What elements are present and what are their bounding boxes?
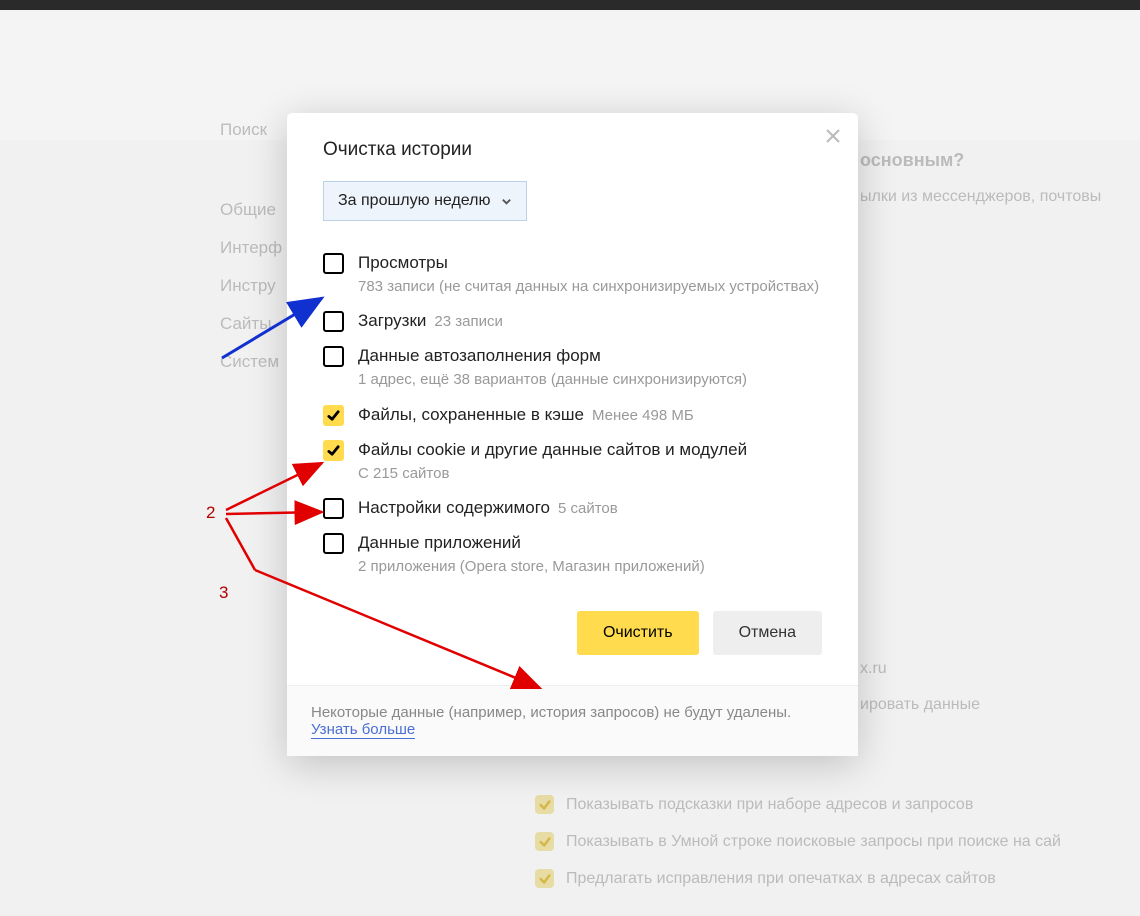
bg-option-label: Предлагать исправления при опечатках в а… [566, 870, 996, 888]
annotation-label-3: 3 [219, 583, 228, 603]
clear-option: Просмотры 783 записи (не считая данных на… [323, 253, 822, 297]
option-subtext: 5 сайтов [558, 500, 618, 517]
checkbox-icon[interactable] [535, 869, 554, 888]
option-checkbox[interactable] [323, 311, 344, 332]
bg-option-label: Показывать в Умной строке поисковые запр… [566, 833, 1061, 851]
bg-option-label: Показывать подсказки при наборе адресов … [566, 796, 973, 814]
option-checkbox[interactable] [323, 440, 344, 461]
option-subtext: 2 приложения (Opera store, Магазин прило… [358, 557, 822, 577]
window-titlebar [0, 0, 1140, 10]
bg-text: ировать данные [860, 696, 980, 714]
clear-option: Файлы, сохраненные в кэше Менее 498 МБ [323, 405, 822, 426]
clear-option: Данные приложений 2 приложения (Opera sto… [323, 533, 822, 577]
chevron-down-icon [501, 196, 512, 207]
checkbox-icon[interactable] [535, 795, 554, 814]
close-icon[interactable] [824, 127, 842, 145]
cancel-button[interactable]: Отмена [713, 611, 822, 655]
time-range-value: За прошлую неделю [338, 192, 491, 210]
bg-text: x.ru [860, 660, 887, 678]
option-subtext: 23 записи [434, 313, 502, 330]
option-subtext: 783 записи (не считая данных на синхрони… [358, 277, 822, 297]
option-label: Файлы, сохраненные в кэше [358, 405, 584, 424]
option-checkbox[interactable] [323, 533, 344, 554]
option-checkbox[interactable] [323, 346, 344, 367]
footer-text: Некоторые данные (например, история запр… [311, 704, 791, 721]
option-label: Данные приложений [358, 533, 521, 552]
clear-button[interactable]: Очистить [577, 611, 699, 655]
option-subtext: 1 адрес, ещё 38 вариантов (данные синхро… [358, 370, 822, 390]
clear-history-dialog: Очистка истории За прошлую неделю Просмо… [287, 113, 858, 756]
option-checkbox[interactable] [323, 405, 344, 426]
clear-option: Настройки содержимого 5 сайтов [323, 498, 822, 519]
learn-more-link[interactable]: Узнать больше [311, 721, 415, 739]
clear-option: Файлы cookie и другие данные сайтов и мо… [323, 440, 822, 484]
option-subtext: Менее 498 МБ [592, 407, 694, 424]
annotation-label-2: 2 [206, 503, 215, 523]
option-label: Настройки содержимого [358, 498, 550, 517]
dialog-title: Очистка истории [323, 139, 822, 161]
option-label: Данные автозаполнения форм [358, 346, 601, 365]
dialog-footer: Некоторые данные (например, история запр… [287, 685, 858, 756]
checkbox-icon[interactable] [535, 832, 554, 851]
option-checkbox[interactable] [323, 498, 344, 519]
option-label: Файлы cookie и другие данные сайтов и мо… [358, 440, 747, 459]
clear-option: Данные автозаполнения форм 1 адрес, ещё 3… [323, 346, 822, 390]
option-label: Просмотры [358, 253, 448, 272]
bg-text: ылки из мессенджеров, почтовы [860, 188, 1101, 206]
time-range-select[interactable]: За прошлую неделю [323, 181, 527, 221]
option-subtext: С 215 сайтов [358, 464, 822, 484]
option-checkbox[interactable] [323, 253, 344, 274]
bg-heading: основным? [860, 150, 964, 171]
clear-option: Загрузки 23 записи [323, 311, 822, 332]
option-label: Загрузки [358, 311, 426, 330]
